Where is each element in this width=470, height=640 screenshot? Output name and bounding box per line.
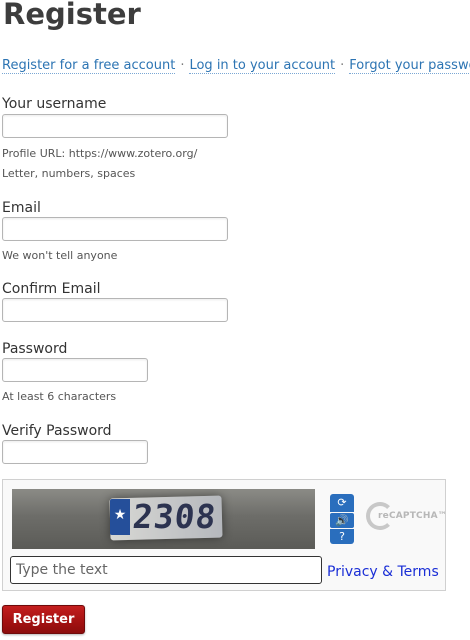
refresh-icon[interactable]: ⟳ [330, 494, 354, 512]
recaptcha-widget: ★ 2308 ⟳ 🔊 ? reCAPTCHA™ Privacy & Terms [2, 479, 447, 591]
username-input[interactable] [2, 114, 228, 138]
register-link[interactable]: Register for a free account [2, 58, 176, 74]
help-icon[interactable]: ? [330, 529, 354, 544]
confirm-email-label: Confirm Email [2, 281, 101, 297]
captcha-input[interactable] [10, 556, 322, 584]
username-rules-hint: Letter, numbers, spaces [2, 167, 136, 180]
confirm-email-input[interactable] [2, 298, 228, 322]
email-hint: We won't tell anyone [2, 249, 118, 262]
username-label: Your username [2, 96, 107, 112]
nav-separator: · [180, 58, 185, 73]
page-title: Register [3, 0, 141, 31]
verify-password-label: Verify Password [2, 423, 112, 439]
register-button[interactable]: Register [2, 605, 85, 634]
privacy-terms-link[interactable]: Privacy & Terms [327, 564, 439, 580]
forgot-password-link[interactable]: Forgot your password? [349, 58, 470, 74]
email-label: Email [2, 200, 41, 216]
captcha-image: ★ 2308 [12, 489, 315, 549]
login-link[interactable]: Log in to your account [189, 58, 336, 74]
password-hint: At least 6 characters [2, 390, 117, 403]
captcha-controls: ⟳ 🔊 ? [330, 494, 354, 545]
verify-password-input[interactable] [2, 440, 148, 464]
account-nav: Register for a free account · Log in to yo… [2, 57, 470, 77]
star-icon: ★ [113, 507, 127, 523]
nav-separator: · [340, 58, 345, 73]
password-label: Password [2, 341, 68, 357]
email-input[interactable] [2, 217, 228, 241]
recaptcha-logo: reCAPTCHA™ [366, 498, 447, 538]
password-input[interactable] [2, 358, 148, 382]
audio-icon[interactable]: 🔊 [330, 513, 354, 528]
captcha-challenge-text: 2308 [130, 497, 219, 536]
recaptcha-logo-text: reCAPTCHA™ [378, 511, 447, 521]
username-url-hint: Profile URL: https://www.zotero.org/ [2, 147, 198, 160]
